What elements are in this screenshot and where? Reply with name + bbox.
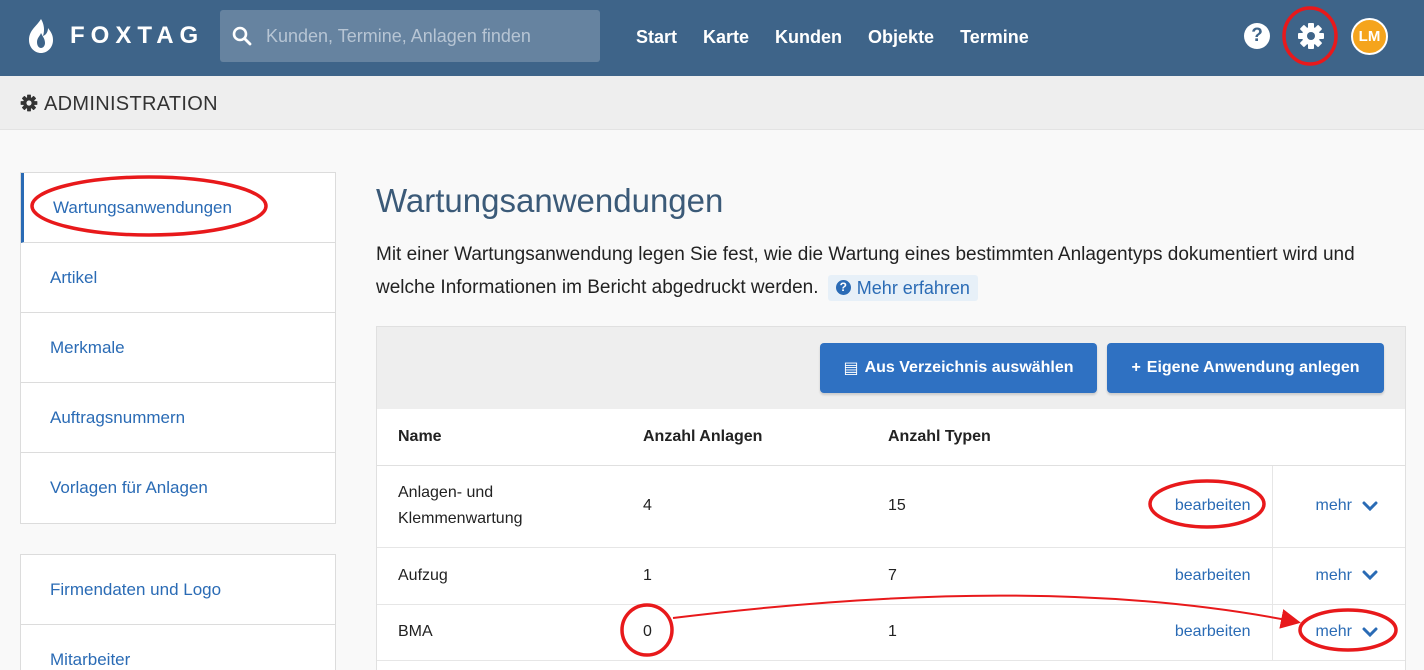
table-row: BMA 0 1 bearbeiten mehr xyxy=(377,604,1405,661)
chevron-down-icon xyxy=(1362,501,1378,511)
plus-icon: + xyxy=(1131,359,1141,376)
edit-link[interactable]: bearbeiten xyxy=(1092,465,1272,548)
more-dropdown[interactable]: mehr xyxy=(1271,547,1405,605)
gear-icon xyxy=(20,94,38,112)
nav-objekte[interactable]: Objekte xyxy=(868,26,934,48)
top-navbar: FOXTAG Start Karte Kunden Objekte Termin… xyxy=(0,0,1424,76)
help-icon[interactable]: ? xyxy=(1244,23,1270,49)
applications-panel: ▤ Aus Verzeichnis auswählen + Eigene Anw… xyxy=(376,326,1406,670)
row-typen-count: 7 xyxy=(867,547,1092,605)
search-input[interactable] xyxy=(266,21,586,51)
nav-start[interactable]: Start xyxy=(636,26,677,48)
column-header-more xyxy=(1272,409,1405,466)
select-from-directory-button[interactable]: ▤ Aus Verzeichnis auswählen xyxy=(820,343,1097,393)
more-dropdown[interactable]: mehr xyxy=(1271,604,1405,661)
row-anlagen-count: 4 xyxy=(622,465,867,548)
create-application-label: Eigene Anwendung anlegen xyxy=(1146,359,1360,376)
sidebar-item-wartungsanwendungen[interactable]: Wartungsanwendungen xyxy=(21,173,335,243)
search-icon xyxy=(232,26,252,46)
row-anlagen-count: 0 xyxy=(622,604,867,661)
user-avatar[interactable]: LM xyxy=(1351,18,1388,55)
sidebar-group-company: Firmendaten und Logo Mitarbeiter xyxy=(20,554,336,670)
edit-link[interactable]: bearbeiten xyxy=(1092,547,1272,605)
table-row: Aufzug 1 7 bearbeiten mehr xyxy=(377,547,1405,605)
table-row: Anlagen- und Klemmenwartung 4 15 bearbei… xyxy=(377,465,1405,548)
section-title: ADMINISTRATION xyxy=(44,93,218,115)
column-header-edit xyxy=(1092,409,1272,466)
table-header-row: Name Anzahl Anlagen Anzahl Typen xyxy=(377,409,1405,466)
main-nav: Start Karte Kunden Objekte Termine xyxy=(636,26,1055,48)
nav-karte[interactable]: Karte xyxy=(703,26,749,48)
sidebar-group-main: Wartungsanwendungen Artikel Merkmale Auf… xyxy=(20,172,336,524)
admin-header: ADMINISTRATION xyxy=(0,76,1424,130)
more-dropdown[interactable]: mehr xyxy=(1271,465,1405,548)
more-label: mehr xyxy=(1315,497,1352,514)
nav-termine[interactable]: Termine xyxy=(960,26,1029,48)
applications-table: Name Anzahl Anlagen Anzahl Typen Anlagen… xyxy=(377,409,1405,661)
column-header-typen: Anzahl Typen xyxy=(867,409,1092,466)
global-search[interactable] xyxy=(220,10,600,62)
learn-more-label: Mehr erfahren xyxy=(856,277,970,298)
more-label: mehr xyxy=(1315,623,1352,640)
row-anlagen-count: 1 xyxy=(622,547,867,605)
book-icon: ▤ xyxy=(843,360,859,377)
question-circle-icon: ? xyxy=(835,280,851,296)
sidebar-item-auftragsnummern[interactable]: Auftragsnummern xyxy=(21,383,335,453)
sidebar-item-firmendaten[interactable]: Firmendaten und Logo xyxy=(21,555,335,625)
page-description: Mit einer Wartungsanwendung legen Sie fe… xyxy=(376,238,1406,304)
row-typen-count: 1 xyxy=(867,604,1092,661)
settings-gear-icon[interactable] xyxy=(1297,22,1325,50)
chevron-down-icon xyxy=(1362,570,1378,581)
page-title: Wartungsanwendungen xyxy=(376,182,724,219)
edit-link[interactable]: bearbeiten xyxy=(1092,604,1272,661)
row-name: Anlagen- und Klemmenwartung xyxy=(377,465,622,548)
row-typen-count: 15 xyxy=(867,465,1092,548)
nav-kunden[interactable]: Kunden xyxy=(775,26,842,48)
fox-flame-icon xyxy=(29,19,53,53)
column-header-anlagen: Anzahl Anlagen xyxy=(622,409,867,466)
chevron-down-icon xyxy=(1362,627,1378,637)
sidebar-item-artikel[interactable]: Artikel xyxy=(21,243,335,313)
sidebar-item-vorlagen[interactable]: Vorlagen für Anlagen xyxy=(21,453,335,523)
row-name: BMA xyxy=(377,604,622,661)
column-header-name: Name xyxy=(377,409,622,466)
brand-name: FOXTAG xyxy=(70,22,205,49)
row-name: Aufzug xyxy=(377,547,622,605)
create-application-button[interactable]: + Eigene Anwendung anlegen xyxy=(1107,343,1384,393)
sidebar-item-mitarbeiter[interactable]: Mitarbeiter xyxy=(21,625,335,670)
select-from-directory-label: Aus Verzeichnis auswählen xyxy=(864,359,1074,376)
more-label: mehr xyxy=(1315,566,1352,584)
learn-more-link[interactable]: ? Mehr erfahren xyxy=(827,274,978,301)
sidebar-item-merkmale[interactable]: Merkmale xyxy=(21,313,335,383)
foxtag-logo[interactable]: FOXTAG xyxy=(26,18,204,54)
panel-toolbar: ▤ Aus Verzeichnis auswählen + Eigene Anw… xyxy=(377,327,1405,409)
